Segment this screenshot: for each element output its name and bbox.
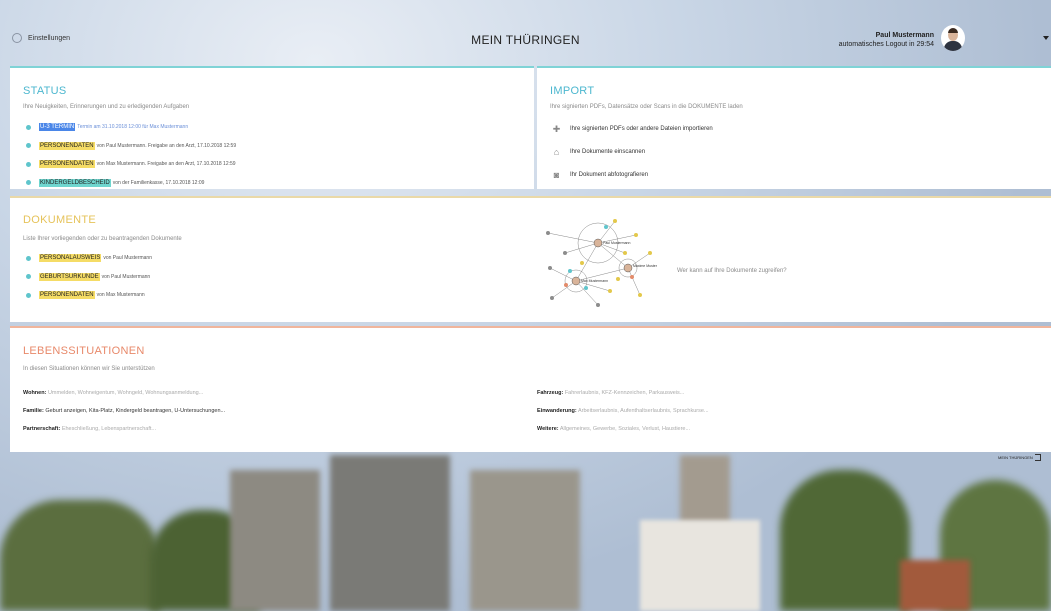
bullet-icon	[26, 255, 31, 261]
status-tag[interactable]: U-3 TERMIN	[39, 123, 76, 131]
import-action-label: Ihre Dokumente einscannen	[570, 149, 646, 155]
document-text: von Paul Mustermann	[103, 255, 152, 261]
bullet-icon	[26, 274, 31, 279]
situation-weitere[interactable]: Weitere: Allgemeines, Gewerbe, Soziales,…	[537, 426, 709, 435]
import-files-button[interactable]: ✚ Ihre signierten PDFs oder andere Datei…	[551, 123, 713, 135]
document-item[interactable]: GEBURTSURKUNDE von Paul Mustermann	[26, 271, 152, 283]
situation-einwanderung[interactable]: Einwanderung: Arbeitserlaubnis, Aufentha…	[537, 408, 709, 417]
logo-mark-icon	[1034, 454, 1041, 461]
status-title: STATUS	[23, 85, 67, 97]
scanner-icon: ⌂	[553, 146, 560, 157]
import-title: IMPORT	[550, 85, 595, 97]
import-action-label: Ihre signierten PDFs oder andere Dateien…	[570, 126, 713, 132]
bullet-icon	[26, 180, 31, 185]
documents-title: DOKUMENTE	[23, 214, 96, 226]
situation-partnerschaft[interactable]: Partnerschaft: Eheschließung, Lebenspart…	[23, 426, 225, 435]
status-text: von Max Mustermann. Freigabe an den Arzt…	[96, 161, 236, 167]
user-info: Paul Mustermann automatisches Logout in …	[839, 31, 934, 49]
network-label: Max Mustermann	[581, 279, 608, 283]
document-tag[interactable]: GEBURTSURKUNDE	[39, 272, 100, 281]
document-item[interactable]: PERSONENDATEN von Max Mustermann	[26, 289, 152, 301]
status-text: von Paul Mustermann. Freigabe an den Arz…	[96, 142, 237, 149]
logout-timer: automatisches Logout in 29:54	[838, 41, 934, 48]
network-label: Maxime Muster	[633, 264, 658, 268]
network-label: Paul Mustermann	[603, 241, 630, 245]
status-text: von der Familienkasse, 17.10.2018 12:09	[112, 179, 205, 186]
documents-subtitle: Liste Ihrer vorliegenden oder zu beantra…	[23, 236, 182, 242]
document-text: von Max Mustermann	[96, 292, 145, 298]
access-network-graph[interactable]: Paul Mustermann Maxime Muster Max Muster…	[540, 213, 680, 313]
camera-icon: ◙	[553, 169, 560, 180]
document-item[interactable]: PERSONALAUSWEIS von Paul Mustermann	[26, 252, 152, 264]
life-situations-subtitle: In diesen Situationen können wir Sie unt…	[23, 366, 155, 372]
status-panel: STATUS Ihre Neuigkeiten, Erinnerungen un…	[10, 66, 534, 189]
status-item[interactable]: PERSONENDATEN von Paul Mustermann. Freig…	[26, 140, 236, 152]
photograph-document-button[interactable]: ◙ Ihr Dokument abfotografieren	[551, 169, 713, 181]
footer-logo: MEIN THÜRINGEN	[998, 454, 1041, 461]
document-tag[interactable]: PERSONENDATEN	[39, 291, 95, 299]
status-item[interactable]: U-3 TERMIN Termin am 31.10.2018 12:00 fü…	[26, 121, 236, 133]
life-situations-title: LEBENSSITUATIONEN	[23, 345, 145, 357]
life-situations-panel: LEBENSSITUATIONEN In diesen Situationen …	[10, 326, 1051, 452]
documents-panel: DOKUMENTE Liste Ihrer vorliegenden oder …	[10, 196, 1051, 322]
access-question[interactable]: Wer kann auf Ihre Dokumente zugreifen?	[677, 268, 787, 274]
top-bar: Einstellungen MEIN THÜRINGEN Paul Muster…	[0, 0, 1051, 66]
import-subtitle: Ihre signierten PDFs, Datensätze oder Sc…	[550, 104, 743, 110]
document-text: von Paul Mustermann	[101, 273, 151, 280]
avatar[interactable]	[941, 25, 965, 51]
document-tag[interactable]: PERSONALAUSWEIS	[39, 254, 102, 262]
status-text: Termin am 31.10.2018 12:00 für Max Muste…	[77, 124, 189, 130]
plus-icon: ✚	[552, 123, 561, 134]
scan-documents-button[interactable]: ⌂ Ihre Dokumente einscannen	[551, 146, 713, 158]
status-item[interactable]: KINDERGELDBESCHEID von der Familienkasse…	[26, 177, 236, 189]
chevron-down-icon[interactable]	[1043, 36, 1049, 40]
situation-familie[interactable]: Familie: Geburt anzeigen, Kita-Platz, Ki…	[23, 408, 225, 417]
bullet-icon	[26, 124, 31, 130]
status-item[interactable]: PERSONENDATEN von Max Mustermann. Freiga…	[26, 158, 236, 170]
bullet-icon	[26, 161, 31, 167]
user-name: Paul Mustermann	[875, 32, 934, 39]
status-tag[interactable]: PERSONENDATEN	[39, 160, 95, 168]
status-tag[interactable]: PERSONENDATEN	[39, 141, 95, 150]
import-panel: IMPORT Ihre signierten PDFs, Datensätze …	[537, 66, 1051, 189]
bullet-icon	[26, 292, 31, 298]
status-subtitle: Ihre Neuigkeiten, Erinnerungen und zu er…	[23, 104, 190, 110]
situation-fahrzeug[interactable]: Fahrzeug: Fahrerlaubnis, KFZ-Kennzeichen…	[537, 390, 709, 399]
bullet-icon	[26, 143, 31, 148]
status-tag[interactable]: KINDERGELDBESCHEID	[39, 178, 111, 187]
import-action-label: Ihr Dokument abfotografieren	[570, 172, 649, 178]
situation-wohnen[interactable]: Wohnen: Ummelden, Wohneigentum, Wohngeld…	[23, 390, 225, 399]
